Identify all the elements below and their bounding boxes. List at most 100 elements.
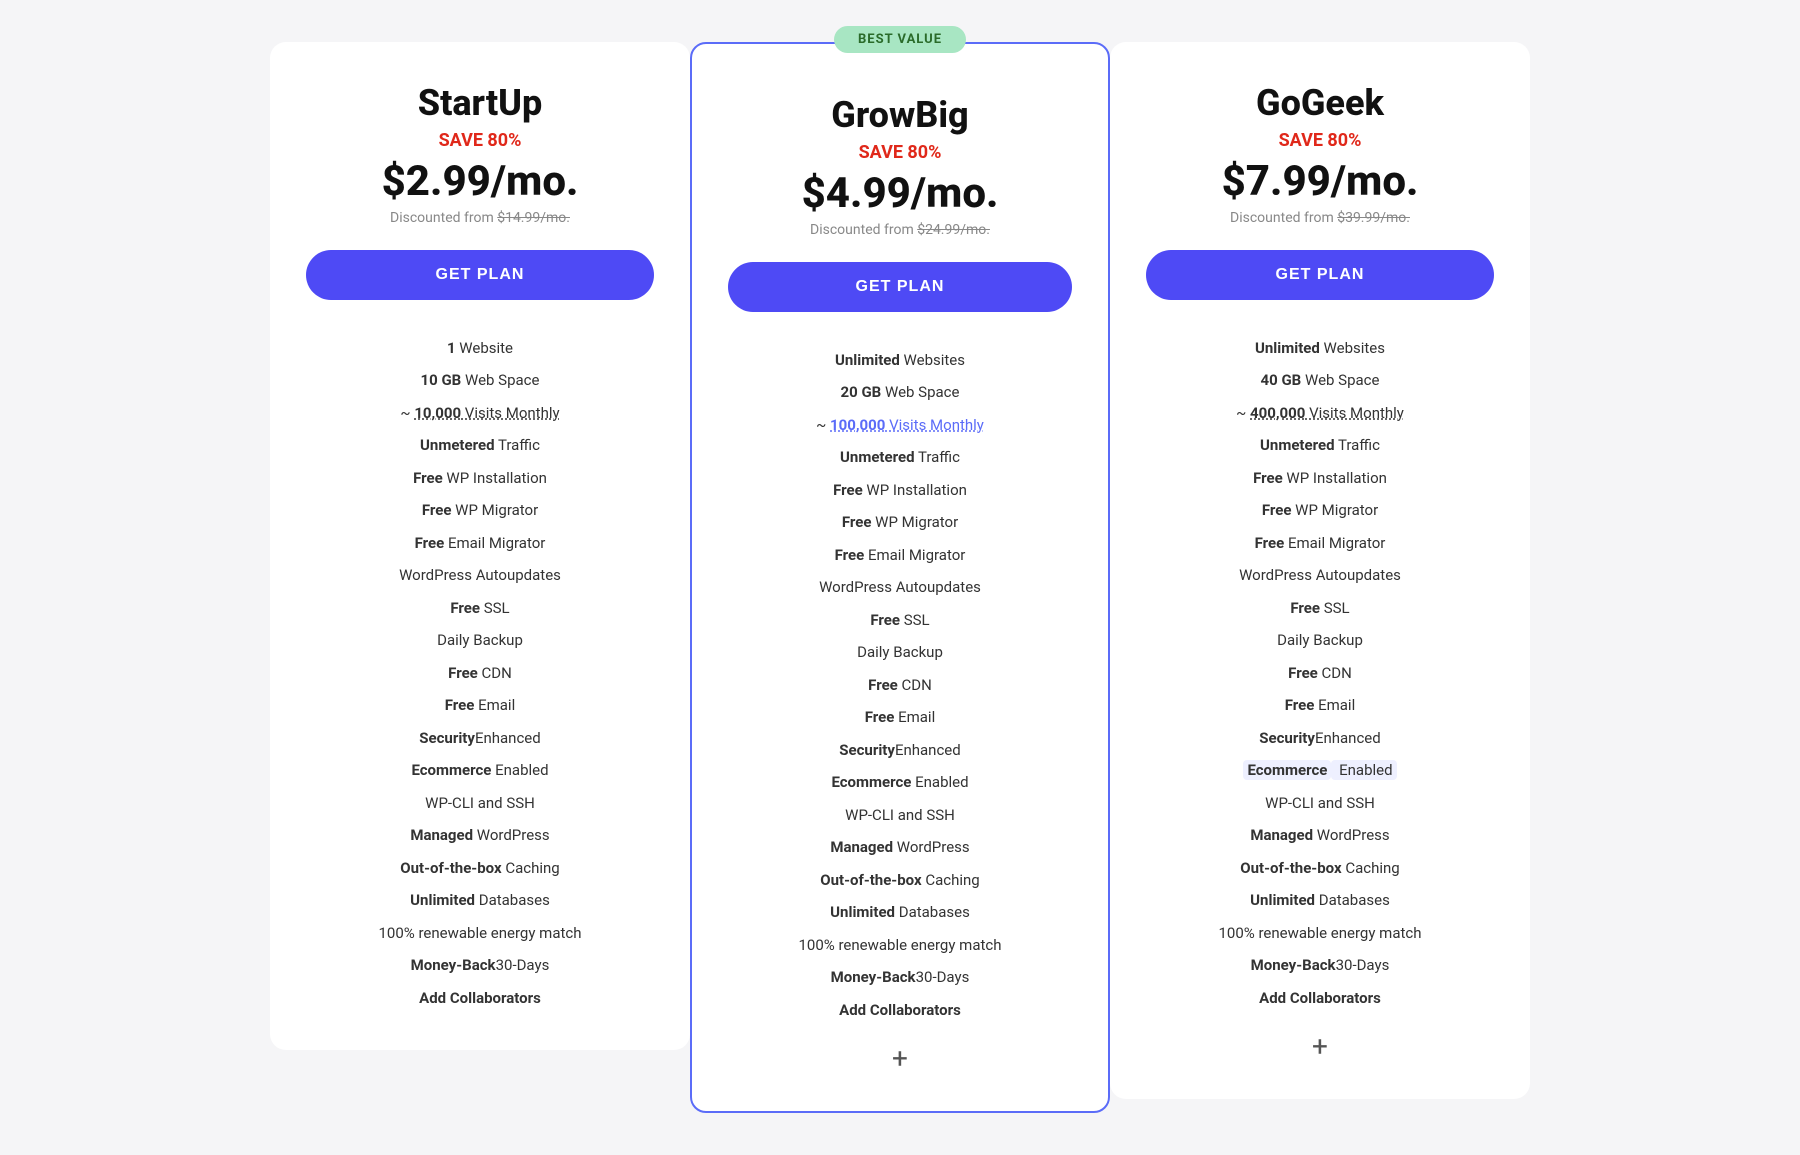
feature-item: WordPress Autoupdates <box>1146 559 1494 592</box>
feature-normal: WP Migrator <box>1291 501 1378 519</box>
feature-text: Daily Backup <box>1277 631 1363 649</box>
feature-item: Free Email Migrator <box>1146 527 1494 560</box>
feature-bold: Ecommerce <box>1243 760 1331 780</box>
feature-normal: ~ <box>816 416 830 434</box>
feature-item: 100% renewable energy match <box>306 917 654 950</box>
feature-text: Daily Backup <box>437 631 523 649</box>
feature-item: Add Collaborators <box>728 994 1072 1027</box>
feature-item: 10 GB Web Space <box>306 364 654 397</box>
feature-normal: Email Migrator <box>1284 534 1385 552</box>
get-plan-button-growbig[interactable]: GET PLAN <box>728 262 1072 312</box>
feature-bold: Managed <box>410 826 473 844</box>
feature-normal: WP Installation <box>443 469 547 487</box>
feature-bold: 10 GB <box>421 371 462 389</box>
feature-text: WordPress Autoupdates <box>819 578 981 596</box>
feature-normal: 30-Days <box>1336 956 1390 974</box>
feature-bold: Free <box>422 501 452 519</box>
feature-item: Free Email Migrator <box>306 527 654 560</box>
feature-normal: CDN <box>478 664 512 682</box>
plus-icon: + <box>1146 1030 1494 1063</box>
feature-normal: Enabled <box>1331 760 1396 780</box>
feature-bold: Free <box>415 534 445 552</box>
plan-name-gogeek: GoGeek <box>1146 82 1494 124</box>
feature-normal: 30-Days <box>916 968 970 986</box>
get-plan-button-startup[interactable]: GET PLAN <box>306 250 654 300</box>
feature-item: Out-of-the-box Caching <box>728 864 1072 897</box>
plan-name-growbig: GrowBig <box>728 94 1072 136</box>
feature-item: Free Email <box>728 701 1072 734</box>
feature-bold: Unlimited <box>410 891 475 909</box>
feature-item: Unlimited Databases <box>1146 884 1494 917</box>
feature-normal: Traffic <box>915 448 960 466</box>
feature-text: 100% renewable energy match <box>378 924 581 942</box>
feature-bold: Free <box>1255 534 1285 552</box>
feature-bold: Money-Back <box>831 968 916 986</box>
feature-item: Ecommerce Enabled <box>306 754 654 787</box>
feature-bold: Security <box>839 741 895 759</box>
feature-text: 100% renewable energy match <box>1218 924 1421 942</box>
feature-bold: Unlimited <box>830 903 895 921</box>
feature-bold: 20 GB <box>841 383 882 401</box>
feature-bold: Add Collaborators <box>839 1001 961 1019</box>
feature-normal: WP Installation <box>1283 469 1387 487</box>
feature-item: Daily Backup <box>306 624 654 657</box>
feature-bold: Free <box>833 481 863 499</box>
feature-normal: Email <box>894 708 935 726</box>
feature-item: Free CDN <box>1146 657 1494 690</box>
feature-bold: Free <box>1290 599 1320 617</box>
pricing-container: StartUpSAVE 80%$2.99/mo.Discounted from … <box>200 42 1600 1114</box>
feature-bold: Managed <box>830 838 893 856</box>
feature-item: WP-CLI and SSH <box>306 787 654 820</box>
feature-item: WordPress Autoupdates <box>728 571 1072 604</box>
feature-bold: Free <box>835 546 865 564</box>
feature-normal: Email Migrator <box>444 534 545 552</box>
feature-normal: Caching <box>922 871 980 889</box>
save-label-startup: SAVE 80% <box>306 130 654 151</box>
feature-bold: Managed <box>1250 826 1313 844</box>
feature-bold: Money-Back <box>411 956 496 974</box>
feature-normal: Caching <box>1342 859 1400 877</box>
feature-normal: ~ <box>1236 404 1250 422</box>
discounted-from-growbig: Discounted from $24.99/mo. <box>728 222 1072 238</box>
feature-item: Free WP Migrator <box>306 494 654 527</box>
feature-item: SecurityEnhanced <box>1146 722 1494 755</box>
feature-bold: Free <box>1262 501 1292 519</box>
feature-item: Free Email <box>1146 689 1494 722</box>
feature-item: Free SSL <box>306 592 654 625</box>
feature-bold: Free <box>445 696 475 714</box>
feature-item: Out-of-the-box Caching <box>1146 852 1494 885</box>
feature-item: Managed WordPress <box>728 831 1072 864</box>
feature-item: WP-CLI and SSH <box>728 799 1072 832</box>
feature-normal: Enhanced <box>1315 729 1381 747</box>
feature-item: 40 GB Web Space <box>1146 364 1494 397</box>
plus-icon: + <box>728 1042 1072 1075</box>
feature-bold: Free <box>868 676 898 694</box>
feature-normal: WordPress <box>1313 826 1390 844</box>
feature-normal: Email <box>474 696 515 714</box>
feature-normal: SSL <box>900 611 930 629</box>
feature-normal: WP Migrator <box>451 501 538 519</box>
feature-bold: Free <box>1285 696 1315 714</box>
feature-bold: Free <box>842 513 872 531</box>
feature-bold: 100,000 <box>830 416 885 434</box>
save-label-growbig: SAVE 80% <box>728 142 1072 163</box>
feature-bold: 10,000 <box>414 404 461 422</box>
feature-item: Free SSL <box>1146 592 1494 625</box>
feature-normal: Databases <box>475 891 550 909</box>
features-list-startup: 1 Website10 GB Web Space~ 10,000 Visits … <box>306 332 654 1015</box>
feature-item: Add Collaborators <box>306 982 654 1015</box>
feature-bold: Free <box>865 708 895 726</box>
feature-suffix: Visits Monthly <box>1305 404 1404 422</box>
feature-item: Money-Back30-Days <box>728 961 1072 994</box>
feature-item: Free CDN <box>306 657 654 690</box>
feature-text: WordPress Autoupdates <box>1239 566 1401 584</box>
feature-item: Unlimited Websites <box>1146 332 1494 365</box>
feature-item: Unmetered Traffic <box>1146 429 1494 462</box>
feature-normal: Email <box>1314 696 1355 714</box>
get-plan-button-gogeek[interactable]: GET PLAN <box>1146 250 1494 300</box>
feature-bold: Free <box>450 599 480 617</box>
feature-item: Free SSL <box>728 604 1072 637</box>
feature-item: Free WP Installation <box>1146 462 1494 495</box>
price-gogeek: $7.99/mo. <box>1146 157 1494 206</box>
feature-normal: WP Installation <box>863 481 967 499</box>
